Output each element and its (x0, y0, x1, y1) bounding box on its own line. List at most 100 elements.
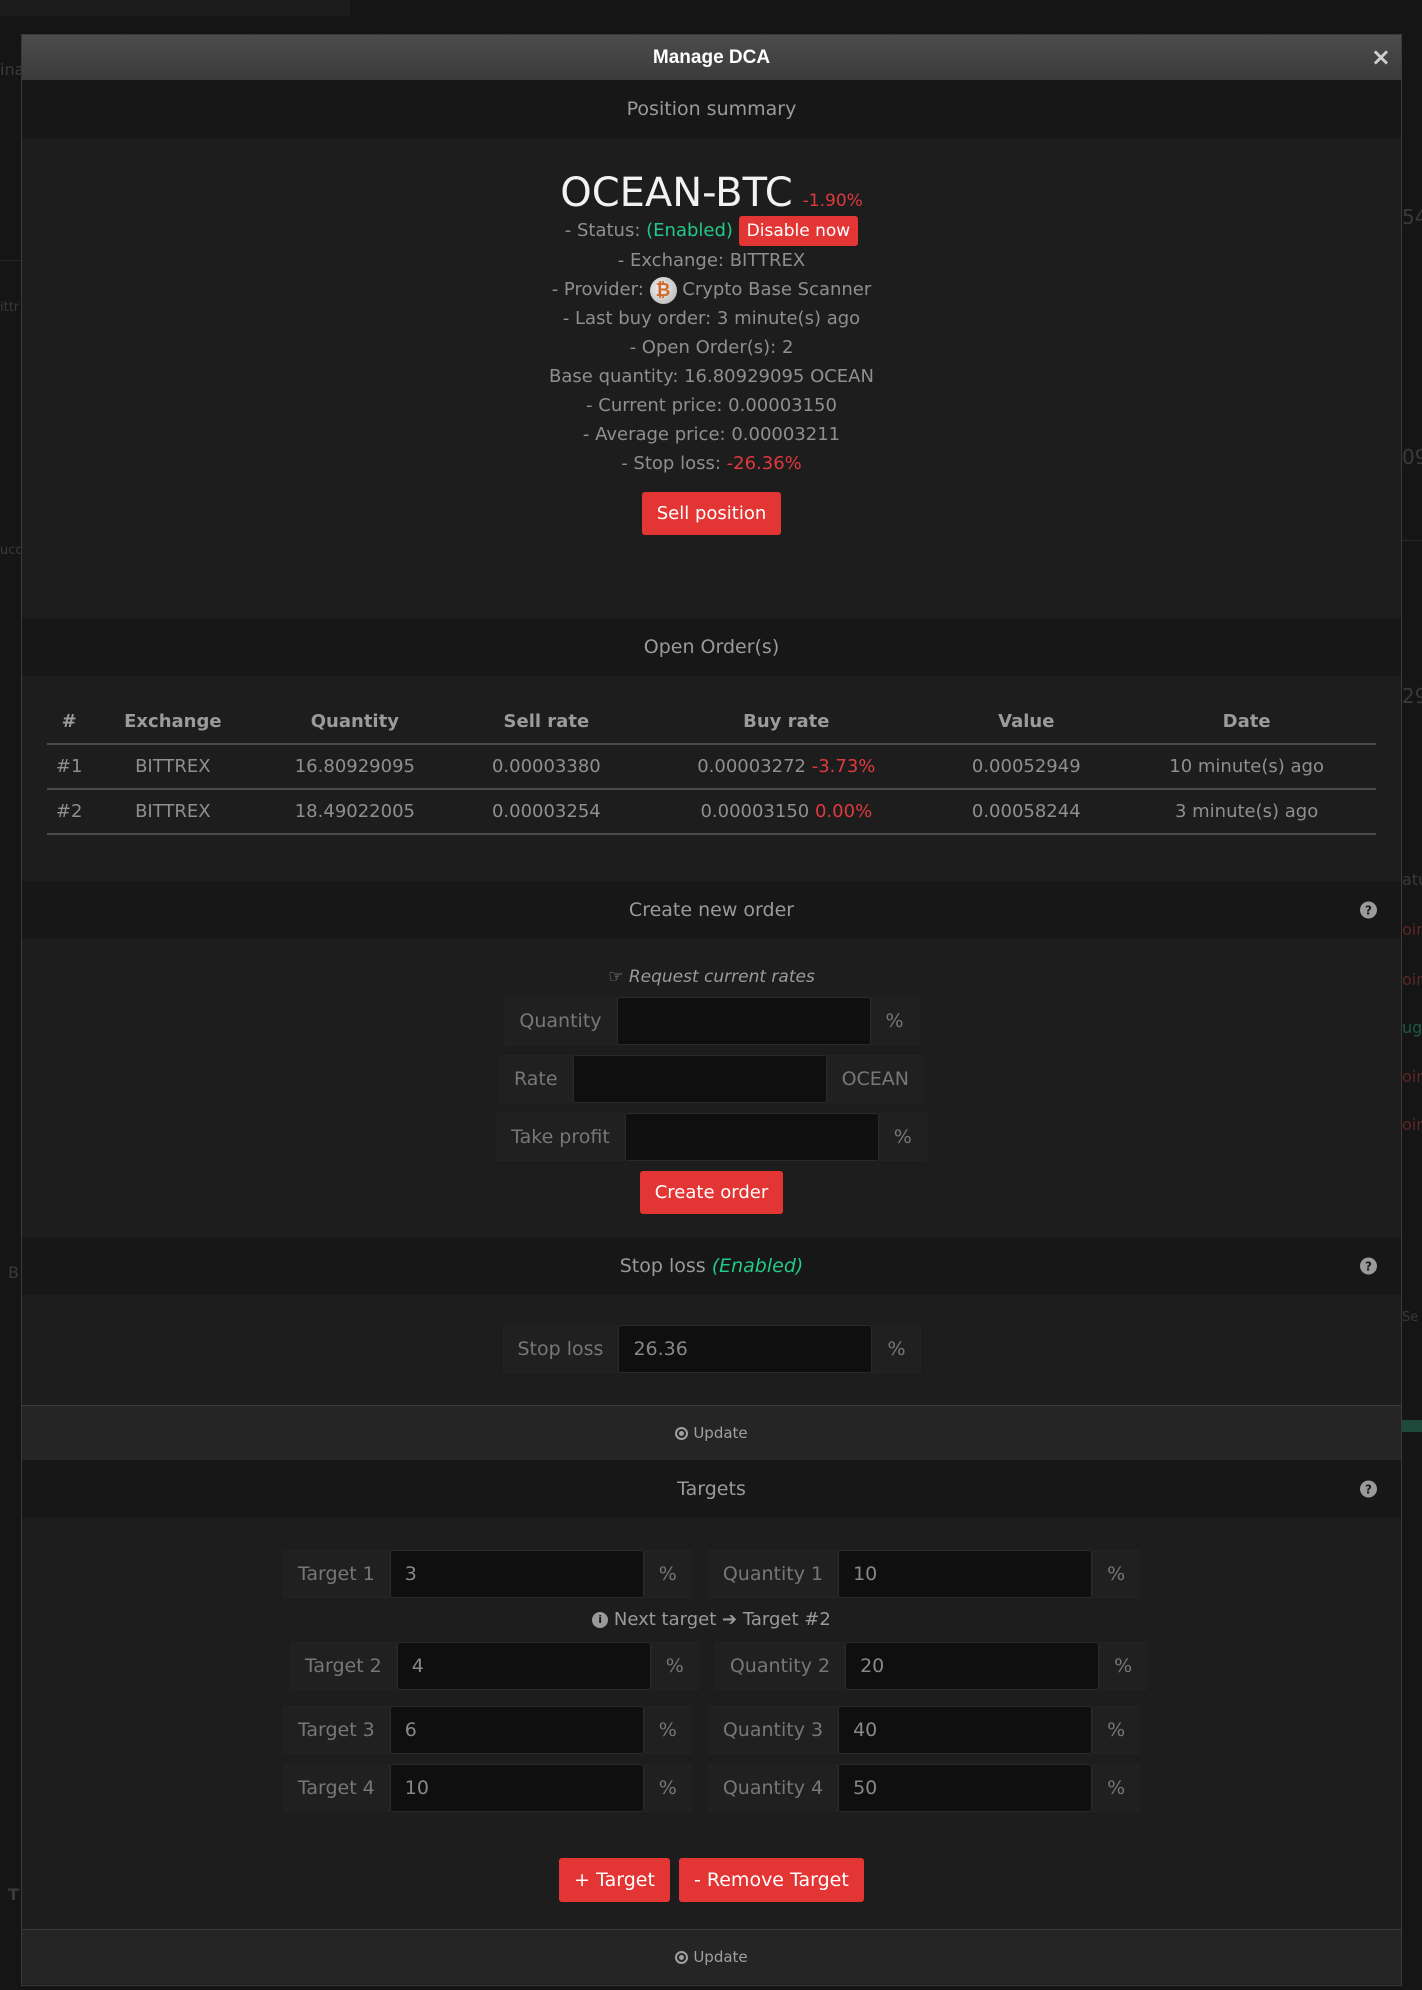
background-text: ittr (0, 300, 20, 315)
rate-input[interactable] (572, 1055, 827, 1103)
column-header: Sell rate (455, 700, 638, 745)
target-row: Target 1 3 % Quantity 1 10 % (22, 1550, 1401, 1598)
create-order-button[interactable]: Create order (639, 1171, 784, 1214)
order-number: #2 (47, 789, 92, 835)
status-value: (Enabled) (646, 220, 733, 241)
bitcoin-icon: ₿ (649, 276, 677, 304)
rate-unit: OCEAN (826, 1055, 924, 1103)
background-text: oin (1402, 970, 1422, 989)
quantity-input[interactable]: 10 (838, 1550, 1093, 1598)
column-header: Exchange (91, 700, 255, 745)
table-header-row: # Exchange Quantity Sell rate Buy rate V… (47, 700, 1376, 745)
target-input[interactable]: 3 (389, 1550, 644, 1598)
stop-loss-status: (Enabled) (711, 1255, 804, 1277)
pointing-hand-icon: ☞ (608, 967, 624, 987)
disable-now-button[interactable]: Disable now (738, 216, 859, 246)
targets-update-button[interactable]: Update (22, 1929, 1401, 1984)
quantity-group: Quantity 4 50 % (707, 1764, 1141, 1812)
sell-position-button[interactable]: Sell position (641, 492, 782, 535)
remove-target-button[interactable]: - Remove Target (679, 1858, 864, 1902)
order-quantity: 16.80929095 (254, 744, 456, 790)
section-title: Open Order(s) (643, 636, 780, 658)
close-icon[interactable]: × (1371, 44, 1391, 70)
target-unit: % (643, 1550, 692, 1598)
background-text: T (8, 1885, 19, 1904)
help-icon[interactable]: ? (1360, 1257, 1377, 1275)
pair-name: OCEAN-BTC (560, 170, 793, 216)
update-label: Update (693, 1424, 748, 1442)
background-text: ucc (0, 543, 23, 558)
position-summary-header: Position summary (22, 80, 1401, 138)
pair-line: OCEAN-BTC -1.90% (22, 170, 1401, 216)
quantity-input[interactable]: 50 (838, 1764, 1093, 1812)
target-label: Target 2 (289, 1642, 397, 1690)
order-date: 3 minute(s) ago (1117, 789, 1376, 835)
base-quantity-line: Base quantity: 16.80929095 OCEAN (549, 366, 874, 387)
stop-loss-header: Stop loss (Enabled) ? (22, 1237, 1401, 1295)
provider-name: Crypto Base Scanner (682, 279, 872, 300)
section-title: Stop loss (619, 1255, 706, 1277)
quantity-unit: % (870, 997, 919, 1045)
target-label: Target 3 (282, 1706, 390, 1754)
next-target-label: Next target (613, 1609, 717, 1630)
background-text: oin (1402, 1115, 1422, 1134)
background-text: B (8, 1263, 19, 1282)
order-date: 10 minute(s) ago (1117, 744, 1376, 790)
order-value: 0.00058244 (935, 789, 1118, 835)
stop-loss-group: Stop loss 26.36 % (22, 1325, 1401, 1373)
order-buy-rate-cell: 0.00003150 0.00% (637, 789, 936, 835)
order-sell-rate: 0.00003254 (455, 789, 638, 835)
quantity-input[interactable]: 20 (845, 1642, 1100, 1690)
order-exchange: BITTREX (91, 789, 255, 835)
take-profit-label: Take profit (496, 1113, 625, 1161)
stop-loss-input[interactable]: 26.36 (618, 1325, 873, 1373)
stop-loss-line: - Stop loss: -26.36% (22, 449, 1401, 478)
background-chart-bar (1402, 1420, 1422, 1432)
quantity-unit: % (1092, 1706, 1141, 1754)
create-order-header: Create new order ? (22, 881, 1401, 939)
column-header: Buy rate (637, 700, 936, 745)
request-rates-link[interactable]: ☞ Request current rates (22, 967, 1401, 987)
update-label: Update (693, 1948, 748, 1966)
open-orders-line: - Open Order(s): 2 (629, 337, 794, 358)
quantity-unit: % (1092, 1764, 1141, 1812)
column-header: Quantity (254, 700, 456, 745)
help-icon[interactable]: ? (1360, 901, 1377, 919)
target-input[interactable]: 10 (389, 1764, 644, 1812)
quantity-input[interactable]: 40 (838, 1706, 1093, 1754)
quantity-input[interactable] (616, 997, 871, 1045)
target-input[interactable]: 4 (396, 1642, 651, 1690)
target-label: Target 1 (282, 1550, 390, 1598)
add-target-button[interactable]: + Target (559, 1858, 670, 1902)
column-header: Date (1117, 700, 1376, 745)
order-buy-change: 0.00% (814, 801, 873, 822)
target-input[interactable]: 6 (389, 1706, 644, 1754)
rate-group: Rate OCEAN (22, 1055, 1401, 1103)
section-title: Create new order (628, 899, 795, 921)
take-profit-input[interactable] (624, 1113, 879, 1161)
order-buy-rate-cell: 0.00003272 -3.73% (637, 744, 936, 790)
provider-label: - Provider: (551, 279, 644, 300)
quantity-unit: % (1099, 1642, 1148, 1690)
target-group: Target 4 10 % (282, 1764, 692, 1812)
background-text: 09 (1402, 445, 1422, 469)
open-orders-header: Open Order(s) (22, 618, 1401, 676)
stop-loss-unit: % (872, 1325, 921, 1373)
pair-change: -1.90% (802, 191, 863, 211)
table-row: #2 BITTREX 18.49022005 0.00003254 0.0000… (47, 789, 1376, 835)
help-icon[interactable]: ? (1360, 1480, 1377, 1498)
current-price-line: - Current price: 0.00003150 (586, 395, 837, 416)
background-text: ug (1402, 1018, 1422, 1037)
stop-loss-label: Stop loss (502, 1325, 619, 1373)
target-unit: % (643, 1706, 692, 1754)
quantity-group: Quantity 3 40 % (707, 1706, 1141, 1754)
table-row: #1 BITTREX 16.80929095 0.00003380 0.0000… (47, 744, 1376, 790)
target-unit: % (650, 1642, 699, 1690)
stop-loss-update-button[interactable]: Update (22, 1405, 1401, 1460)
create-order-form: ☞ Request current rates Quantity % Rate … (22, 939, 1401, 1237)
quantity-group: Quantity % (22, 997, 1401, 1045)
target-group: Target 3 6 % (282, 1706, 692, 1754)
position-summary: OCEAN-BTC -1.90% - Status: (Enabled) Dis… (22, 138, 1401, 618)
quantity-label: Quantity 1 (707, 1550, 839, 1598)
quantity-label: Quantity 4 (707, 1764, 839, 1812)
